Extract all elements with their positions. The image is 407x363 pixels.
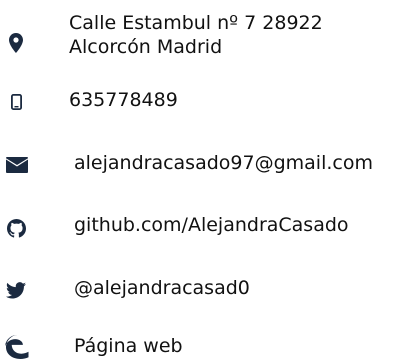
email-link[interactable]: alejandracasado97@gmail.com — [74, 152, 373, 175]
phone-number: 635778489 — [69, 89, 178, 111]
github-link[interactable]: github.com/AlejandraCasado — [74, 214, 349, 237]
github-icon — [5, 217, 27, 239]
edge-browser-icon — [4, 334, 30, 360]
website-link[interactable]: Página web — [74, 335, 183, 358]
map-marker-icon — [6, 32, 26, 54]
address-line-1: Calle Estambul nº 7 28922 — [69, 12, 323, 34]
twitter-handle-link[interactable]: @alejandracasad0 — [74, 277, 250, 300]
mobile-phone-icon — [8, 93, 24, 111]
address-line-2: Alcorcón Madrid — [69, 36, 223, 58]
envelope-icon — [5, 156, 29, 174]
twitter-icon — [5, 280, 27, 300]
